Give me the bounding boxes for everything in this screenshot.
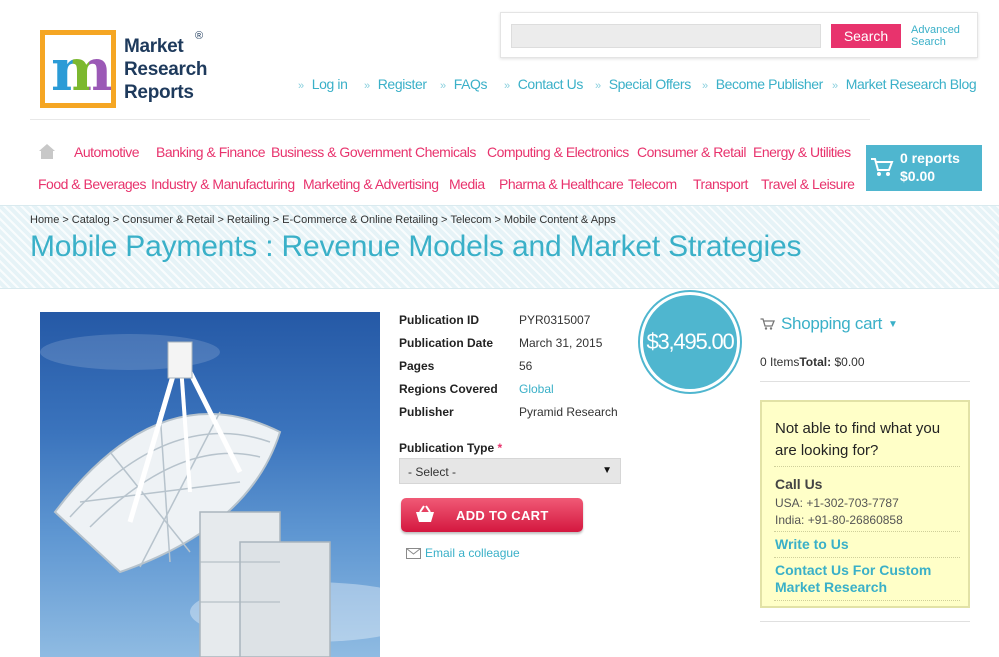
category-business-government[interactable]: Business & Government (271, 144, 412, 160)
help-divider (774, 466, 960, 467)
help-box: Not able to find what you are looking fo… (760, 400, 970, 608)
add-to-cart-button[interactable]: ADD TO CART (401, 498, 583, 532)
advanced-search-link[interactable]: Advanced Search (911, 24, 971, 48)
logo-line-2: Research (124, 59, 208, 80)
breadcrumb-consumer-retail[interactable]: Consumer & Retail (122, 214, 214, 226)
logo-wordmark: Market Research Reports (124, 35, 207, 104)
dropdown-arrow-icon: ▼ (602, 465, 612, 476)
registered-mark: ® (195, 30, 204, 42)
top-link-become-publisher[interactable]: Become Publisher (702, 76, 824, 92)
basket-icon (416, 505, 434, 522)
category-marketing-advertising[interactable]: Marketing & Advertising (303, 176, 439, 192)
add-to-cart-label: ADD TO CART (456, 508, 549, 523)
price-badge: $3,495.00 (640, 292, 740, 392)
sidebar-divider (760, 381, 970, 382)
detail-value: 56 (519, 359, 533, 373)
publication-type-value: - Select - (408, 465, 457, 479)
cart-total-value: $0.00 (834, 355, 865, 369)
category-industry-manufacturing[interactable]: Industry & Manufacturing (151, 176, 295, 192)
category-media[interactable]: Media (449, 176, 485, 192)
detail-value: March 31, 2015 (519, 336, 603, 350)
category-chemicals[interactable]: Chemicals (415, 144, 476, 160)
shopping-cart-summary: 0 ItemsTotal: $0.00 (760, 355, 865, 369)
cart-icon (871, 158, 894, 176)
detail-label: Regions Covered (399, 382, 498, 396)
category-automotive[interactable]: Automotive (74, 144, 140, 160)
breadcrumb-retailing[interactable]: Retailing (227, 214, 270, 226)
category-travel-leisure[interactable]: Travel & Leisure (761, 176, 855, 192)
cart-count: 0 reports (900, 150, 960, 166)
email-colleague-link[interactable]: Email a colleague (406, 546, 520, 560)
required-mark: * (497, 441, 503, 455)
category-banking-finance[interactable]: Banking & Finance (156, 144, 266, 160)
publication-type-select[interactable]: - Select - ▼ (399, 458, 621, 484)
breadcrumb-catalog[interactable]: Catalog (72, 214, 110, 226)
site-logo[interactable]: m Market Research Reports ® (40, 30, 215, 110)
help-divider (774, 531, 960, 532)
breadcrumb-ecommerce[interactable]: E-Commerce & Online Retailing (282, 214, 438, 226)
detail-value: Pyramid Research (519, 405, 618, 419)
india-phone: India: +91-80-26860858 (775, 513, 903, 527)
logo-mark: m (40, 30, 116, 108)
help-divider (774, 557, 960, 558)
custom-research-link[interactable]: Contact Us For Custom Market Research (775, 562, 960, 596)
breadcrumb-mobile-content[interactable]: Mobile Content & Apps (504, 214, 616, 226)
publication-type-label: Publication Type * (399, 441, 503, 455)
search-panel: Search Advanced Search (500, 12, 978, 58)
top-link-register[interactable]: Register (364, 76, 427, 92)
cart-items-count: 0 Items (760, 355, 800, 369)
satellite-dish-illustration (40, 334, 380, 657)
page-title: Mobile Payments : Revenue Models and Mar… (30, 230, 802, 263)
logo-letter: m (51, 36, 113, 104)
sidebar-divider (760, 621, 970, 622)
write-to-us-link[interactable]: Write to Us (775, 536, 960, 553)
search-button[interactable]: Search (831, 24, 901, 48)
detail-value: PYR0315007 (519, 313, 591, 327)
detail-label: Publication ID (399, 313, 480, 327)
shopping-cart-heading: Shopping cart (781, 314, 883, 333)
top-link-blog[interactable]: Market Research Blog (832, 76, 977, 92)
detail-label: Publisher (399, 405, 454, 419)
category-computing-electronics[interactable]: Computing & Electronics (487, 144, 629, 160)
top-link-contact-us[interactable]: Contact Us (504, 76, 584, 92)
cart-total-label: Total: (799, 355, 832, 369)
breadcrumb: Home > Catalog > Consumer & Retail > Retailing… (30, 214, 616, 226)
product-image (40, 312, 380, 657)
title-banner: Home > Catalog > Consumer & Retail > Retailing… (0, 205, 999, 289)
header-cart[interactable]: 0 reports $0.00 (866, 145, 982, 191)
header-divider (30, 119, 870, 120)
category-energy-utilities[interactable]: Energy & Utilities (753, 144, 851, 160)
detail-label: Publication Date (399, 336, 494, 350)
envelope-icon (406, 548, 421, 559)
shopping-cart-toggle[interactable]: Shopping cart ▼ (760, 314, 898, 334)
email-colleague-label: Email a colleague (425, 546, 520, 560)
detail-label: Pages (399, 359, 435, 373)
category-nav: Automotive Banking & Finance Business & … (0, 140, 860, 200)
help-divider (774, 600, 960, 601)
usa-phone: USA: +1-302-703-7787 (775, 496, 899, 510)
regions-link[interactable]: Global (519, 382, 554, 396)
help-question: Not able to find what you are looking fo… (775, 420, 941, 459)
top-links-nav: Log in Register FAQs Contact Us Special … (298, 76, 988, 94)
breadcrumb-home[interactable]: Home (30, 214, 59, 226)
top-link-special-offers[interactable]: Special Offers (595, 76, 691, 92)
category-pharma-healthcare[interactable]: Pharma & Healthcare (499, 176, 624, 192)
category-consumer-retail[interactable]: Consumer & Retail (637, 144, 747, 160)
search-input[interactable] (511, 24, 821, 48)
category-telecom[interactable]: Telecom (628, 176, 677, 192)
category-food-beverages[interactable]: Food & Beverages (38, 176, 146, 192)
call-us-heading: Call Us (775, 476, 823, 492)
category-transport[interactable]: Transport (693, 176, 748, 192)
top-link-login[interactable]: Log in (298, 76, 348, 92)
cart-icon (760, 318, 775, 330)
cart-amount: $0.00 (900, 168, 936, 184)
breadcrumb-telecom[interactable]: Telecom (450, 214, 491, 226)
top-link-faqs[interactable]: FAQs (440, 76, 488, 92)
chevron-down-icon: ▼ (888, 319, 898, 330)
logo-line-3: Reports (124, 82, 194, 103)
